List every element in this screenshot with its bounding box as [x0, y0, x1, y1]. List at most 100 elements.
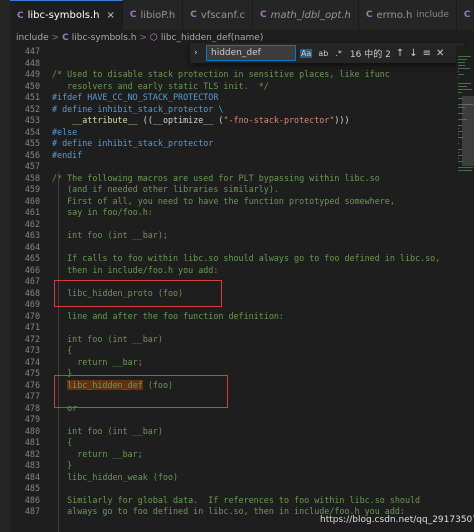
- previous-match-icon[interactable]: ↑: [396, 48, 404, 59]
- breadcrumb-file[interactable]: libc-symbols.h: [72, 33, 137, 43]
- code-token: "-fno-stack-protector": [223, 115, 335, 125]
- tab-1[interactable]: ClibioP.h: [123, 0, 184, 30]
- scrollbar-slider[interactable]: [462, 96, 474, 166]
- line-number: 466: [24, 264, 40, 275]
- minimap-line: [458, 89, 472, 90]
- line-number: 463: [24, 230, 40, 240]
- line-number: 470: [24, 310, 40, 321]
- line-number: 474: [24, 356, 40, 367]
- toggle-replace-icon[interactable]: ›: [194, 48, 202, 58]
- code-token: then in include/foo.h you add:: [52, 264, 219, 275]
- activity-bar-edge: [0, 0, 10, 532]
- code-token: #endif: [52, 149, 83, 160]
- regex-toggle[interactable]: .*: [334, 49, 343, 58]
- code-token: #else: [52, 126, 78, 137]
- minimap-line: [458, 74, 464, 75]
- close-tab-icon[interactable]: ×: [106, 10, 114, 21]
- code-token: {: [52, 345, 73, 355]
- code-line: Similarly for global data. If references…: [52, 495, 452, 507]
- close-icon[interactable]: ✕: [436, 48, 444, 59]
- chevron-right-icon: >: [51, 33, 60, 43]
- tab-2[interactable]: Cvfscanf.c: [183, 0, 253, 30]
- line-number: 451: [24, 92, 40, 102]
- tab-label: vfscanf.c: [200, 9, 245, 21]
- c-file-icon: C: [129, 10, 137, 20]
- code-line: If calls to foo within libc.so should al…: [52, 253, 452, 265]
- minimap-line: [458, 134, 459, 135]
- line-number: 456: [24, 149, 40, 160]
- line-number: 478: [24, 402, 40, 413]
- code-token: /* Used to disable stack protection in s…: [52, 69, 390, 79]
- breadcrumb-symbol[interactable]: libc_hidden_def(name): [161, 33, 264, 43]
- line-number: 471: [24, 322, 40, 332]
- code-line: __attribute__ ((__optimize__ ("-fno-stac…: [52, 115, 452, 127]
- minimap-line: [458, 68, 470, 69]
- line-number: 482: [24, 448, 40, 459]
- find-input[interactable]: hidden_def: [206, 45, 296, 61]
- line-number: 461: [24, 207, 40, 217]
- tab-label: libc-symbols.h: [27, 10, 100, 21]
- line-number: 465: [24, 253, 40, 263]
- line-number: 454: [24, 126, 40, 137]
- line-number: 485: [24, 483, 40, 493]
- line-number: 468: [24, 287, 40, 298]
- line-number-gutter: 447 448 449 450 451 452 453 454 455 456 457 458 459 4…: [10, 46, 44, 518]
- minimap-line: [458, 158, 459, 159]
- code-token: }: [52, 460, 73, 470]
- annotation-box-hidden-proto: [54, 280, 222, 307]
- line-number: 448: [24, 57, 40, 68]
- line-number: 452: [24, 103, 40, 114]
- code-line: /* The following macros are used for PLT…: [52, 173, 452, 185]
- minimap-line: [458, 86, 467, 87]
- c-file-icon: C: [190, 10, 197, 20]
- breadcrumb-folder[interactable]: include: [16, 33, 49, 43]
- tab-0[interactable]: Clibc-symbols.h ×: [10, 0, 123, 30]
- c-file-icon: C: [17, 10, 24, 21]
- code-line: }: [52, 460, 452, 472]
- code-token: libc_hidden_weak (foo): [52, 471, 179, 482]
- line-number: 476: [24, 379, 40, 390]
- code-token: {: [52, 437, 73, 447]
- editor-tab-bar: Clibc-symbols.h × ClibioP.h Cvfscanf.c Cmath…: [10, 0, 474, 30]
- tab-3[interactable]: Cmath_ldbl_opt.h: [253, 0, 359, 30]
- next-match-icon[interactable]: ↓: [409, 48, 417, 59]
- indent-guide: [58, 172, 59, 532]
- code-line: /* Used to disable stack protection in s…: [52, 69, 452, 81]
- code-line: #else: [52, 127, 452, 139]
- watermark: https://blog.csdn.net/qq_29173507: [320, 515, 474, 525]
- code-line: int foo (int __bar): [52, 334, 452, 346]
- find-widget: › hidden_def Aa ab .* 16 中的 2 ↑ ↓ ≡ ✕: [190, 43, 464, 63]
- code-token: return __bar;: [52, 356, 143, 367]
- whole-word-toggle[interactable]: ab: [317, 49, 329, 58]
- minimap-line: [458, 77, 459, 78]
- code-line: line and after the foo function definiti…: [52, 311, 452, 323]
- c-file-icon: C: [62, 33, 69, 43]
- code-line: return __bar;: [52, 449, 452, 461]
- line-number: 458: [24, 172, 40, 183]
- minimap-line: [458, 92, 462, 93]
- code-token: __attribute__: [72, 115, 138, 125]
- code-token: resolvers and early static TLS init. */: [52, 80, 269, 91]
- tab-5[interactable]: Cerrr: [457, 0, 474, 30]
- minimap-line: [458, 62, 465, 63]
- line-number: 480: [24, 425, 40, 436]
- line-number: 457: [24, 161, 40, 171]
- match-case-toggle[interactable]: Aa: [300, 48, 313, 58]
- tab-4[interactable]: Cerrno.h include: [359, 0, 457, 30]
- line-number: 450: [24, 80, 40, 91]
- c-file-icon: C: [365, 10, 373, 20]
- line-number: 472: [24, 333, 40, 344]
- minimap-line: [458, 167, 473, 168]
- line-number: 467: [24, 276, 40, 286]
- code-token: (and if needed other libraries similarly…: [52, 184, 279, 194]
- symbol-macro-icon: ⬡: [149, 33, 158, 43]
- find-in-selection-icon[interactable]: ≡: [423, 48, 431, 59]
- line-number: 460: [24, 195, 40, 206]
- code-line: First of all, you need to have the funct…: [52, 196, 452, 208]
- line-number: 459: [24, 184, 40, 194]
